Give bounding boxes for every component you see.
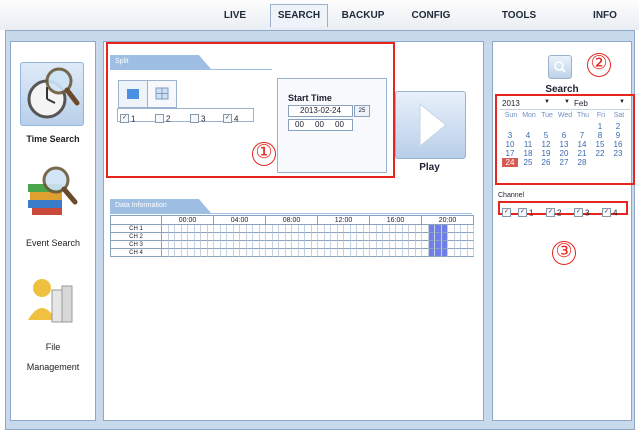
right-channel-2-checkbox[interactable]: ✓ 2 (546, 204, 561, 222)
play-label: Play (419, 162, 440, 173)
timeline-hour-label: 20:00 (422, 215, 474, 225)
timeline-row-label: CH 4 (110, 249, 162, 257)
timeline-cell[interactable] (467, 233, 474, 241)
file-management-label: File (45, 342, 61, 352)
user-folder-icon (28, 279, 73, 323)
timeline-cell[interactable] (467, 225, 474, 233)
data-information-tab: Data Information (110, 199, 211, 213)
file-management-label-2: Management (26, 362, 80, 372)
timeline-hour-label: 08:00 (266, 215, 318, 225)
search-button[interactable] (548, 55, 572, 79)
right-channel-3-checkbox[interactable]: ✓ 3 (574, 204, 589, 222)
clock-magnifier-icon (27, 67, 80, 119)
annotation-number-1: ① (252, 142, 276, 166)
sidebar: Time Search Event Search File Management (10, 41, 96, 421)
timeline-row-label: CH 2 (110, 233, 162, 241)
search-icon (554, 61, 566, 73)
top-nav: LIVE SEARCH BACKUP CONFIG TOOLS INFO (0, 0, 639, 30)
timeline-hour-label: 12:00 (318, 215, 370, 225)
file-management-button[interactable] (20, 270, 82, 332)
data-information-rule (110, 213, 472, 214)
timeline-hour-label: 16:00 (370, 215, 422, 225)
tab-search[interactable]: SEARCH (270, 4, 328, 27)
timeline-cell[interactable] (467, 241, 474, 249)
event-search-label: Event Search (25, 238, 81, 248)
annotation-number-2: ② (587, 53, 611, 77)
time-search-label: Time Search (26, 134, 80, 144)
timeline-row-label: CH 3 (110, 241, 162, 249)
annotation-box-1 (106, 42, 395, 178)
annotation-number-3: ③ (552, 241, 576, 265)
timeline-cell[interactable] (467, 249, 474, 257)
tab-config[interactable]: CONFIG (405, 5, 457, 27)
tab-tools[interactable]: TOOLS (493, 5, 545, 27)
play-button[interactable] (395, 91, 466, 159)
timeline-hour-label: 00:00 (162, 215, 214, 225)
all-channels-checkbox[interactable]: ✓ (502, 204, 513, 222)
right-channel-1-checkbox[interactable]: ✓ 1 (518, 204, 533, 222)
time-search-button[interactable] (20, 62, 84, 126)
tab-live[interactable]: LIVE (217, 5, 253, 27)
tab-backup[interactable]: BACKUP (337, 5, 389, 27)
timeline-hour-label: 04:00 (214, 215, 266, 225)
event-search-button[interactable] (20, 160, 82, 222)
timeline-corner (110, 215, 162, 225)
books-magnifier-icon (28, 166, 78, 215)
right-channel-4-checkbox[interactable]: ✓ 4 (602, 204, 617, 222)
annotation-box-2 (495, 94, 635, 185)
channel-title: Channel (498, 192, 525, 199)
timeline-row-label: CH 1 (110, 225, 162, 233)
tab-info[interactable]: INFO (585, 5, 625, 27)
play-icon (419, 102, 447, 148)
